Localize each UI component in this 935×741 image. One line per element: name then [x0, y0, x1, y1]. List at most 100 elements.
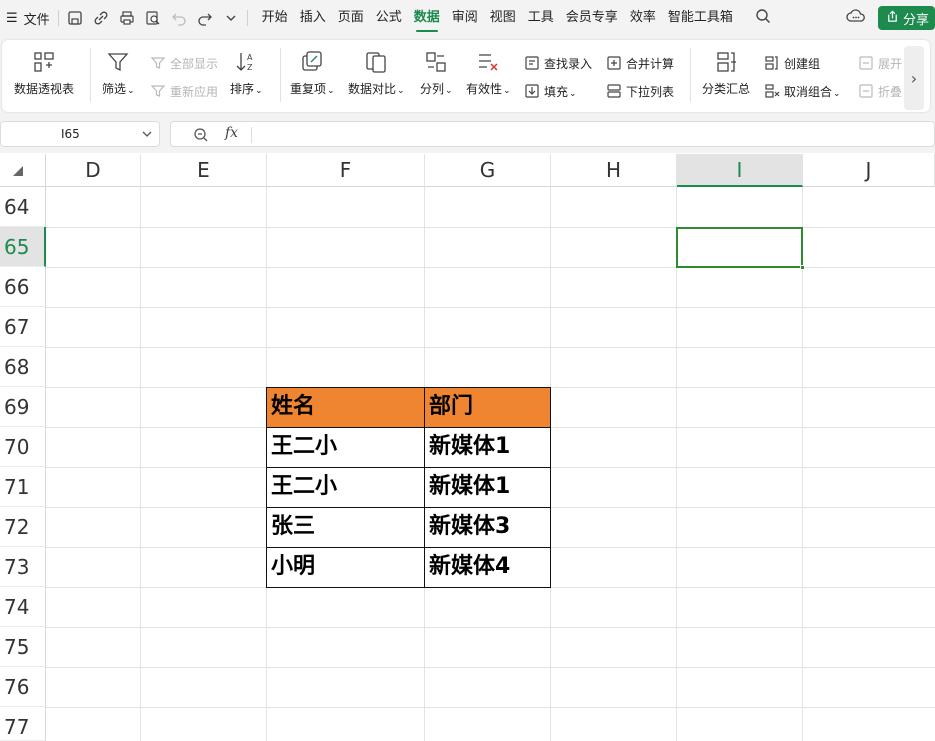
row-header-76[interactable]: 76	[0, 667, 46, 707]
cell-reference: I65	[61, 127, 80, 141]
column-header-h[interactable]: H	[551, 154, 677, 187]
table-header-name[interactable]: 姓名	[266, 387, 425, 428]
print-icon[interactable]	[119, 10, 135, 26]
pivot-table-label: 数据透视表	[14, 82, 75, 96]
tab-insert[interactable]: 插入	[294, 0, 332, 36]
row-header-77[interactable]: 77	[0, 707, 46, 741]
sort-icon: AZ	[236, 53, 253, 72]
gridline	[46, 307, 935, 308]
row-header-67[interactable]: 67	[0, 307, 46, 347]
row-header-68[interactable]: 68	[0, 347, 46, 387]
show-all-button[interactable]: 全部显示	[150, 54, 218, 72]
table-header-department[interactable]: 部门	[424, 387, 551, 428]
column-header-i[interactable]: I	[677, 154, 803, 187]
collapse-button[interactable]: 折叠	[858, 82, 902, 100]
formula-input[interactable]: fx	[170, 121, 935, 147]
table-cell-name[interactable]: 王二小	[266, 427, 425, 468]
ungroup-label: 取消组合	[784, 84, 833, 99]
active-cell-selection[interactable]	[676, 227, 805, 270]
dropdown-list-label: 下拉列表	[626, 84, 675, 99]
link-icon[interactable]	[93, 10, 109, 26]
share-label: 分享	[902, 12, 929, 28]
chevron-down-icon[interactable]	[223, 10, 239, 26]
row-header-64[interactable]: 64	[0, 187, 46, 227]
table-cell-department[interactable]: 新媒体3	[424, 507, 551, 548]
create-group-button[interactable]: 创建组	[764, 54, 820, 72]
column-header-d[interactable]: D	[46, 154, 141, 187]
row-header-71[interactable]: 71	[0, 467, 46, 507]
table-cell-name[interactable]: 张三	[266, 507, 425, 548]
expand-button[interactable]: 展开	[858, 54, 902, 72]
table-cell-name[interactable]: 王二小	[266, 467, 425, 508]
share-button[interactable]: 分享	[877, 6, 935, 30]
tab-view[interactable]: 视图	[484, 0, 522, 36]
cloud-icon[interactable]	[846, 8, 866, 28]
table-cell-department[interactable]: 新媒体1	[424, 467, 551, 508]
lookup-entry-label: 查找录入	[544, 56, 593, 71]
compare-button[interactable]: 数据对比⌄	[348, 50, 405, 97]
file-menu[interactable]: ☰ 文件	[0, 0, 50, 36]
divider	[690, 48, 691, 102]
tab-review[interactable]: 审阅	[446, 0, 484, 36]
function-icon[interactable]: fx	[225, 125, 238, 141]
column-header-j[interactable]: J	[803, 154, 935, 187]
row-header-70[interactable]: 70	[0, 427, 46, 467]
row-header-65[interactable]: 65	[0, 227, 46, 267]
fill-handle[interactable]	[800, 265, 805, 270]
search-icon[interactable]	[755, 8, 771, 28]
row-header-66[interactable]: 66	[0, 267, 46, 307]
tab-data[interactable]: 数据	[408, 0, 446, 36]
ungroup-button[interactable]: 取消组合⌄	[764, 82, 841, 100]
row-header-73[interactable]: 73	[0, 547, 46, 587]
filter-button[interactable]: 筛选⌄	[102, 50, 135, 97]
tab-tools[interactable]: 工具	[522, 0, 560, 36]
tab-home[interactable]: 开始	[256, 0, 294, 36]
name-box[interactable]: I65	[0, 121, 160, 147]
subtotal-button[interactable]: 分类汇总	[702, 50, 750, 97]
row-header-75[interactable]: 75	[0, 627, 46, 667]
tab-page[interactable]: 页面	[332, 0, 370, 36]
compare-label: 数据对比	[348, 82, 397, 96]
table-cell-name[interactable]: 小明	[266, 547, 425, 588]
lookup-entry-button[interactable]: 查找录入	[524, 54, 592, 72]
create-group-icon	[765, 56, 778, 70]
zoom-icon[interactable]	[193, 127, 209, 143]
sort-button[interactable]: AZ 排序⌄	[230, 50, 263, 97]
pivot-table-button[interactable]: 数据透视表	[14, 50, 74, 97]
tab-formula[interactable]: 公式	[370, 0, 408, 36]
column-header-f[interactable]: F	[267, 154, 425, 187]
column-header-e[interactable]: E	[141, 154, 267, 187]
row-header-74[interactable]: 74	[0, 587, 46, 627]
gridline	[46, 347, 935, 348]
ribbon-scroll-right-button[interactable]: ›	[904, 46, 924, 110]
cell-grid[interactable]: 姓名 部门 王二小 新媒体1 王二小 新媒体1 张三 新媒体3 小明 新媒体4	[46, 187, 935, 741]
gridline	[802, 187, 803, 741]
save-icon[interactable]	[67, 10, 83, 26]
fill-button[interactable]: 填充⌄	[524, 82, 577, 100]
duplicates-button[interactable]: 重复项⌄	[290, 50, 335, 97]
collapse-icon	[859, 84, 873, 98]
fill-label: 填充	[544, 84, 569, 99]
tab-efficiency[interactable]: 效率	[624, 0, 662, 36]
table-cell-department[interactable]: 新媒体1	[424, 427, 551, 468]
redo-icon[interactable]	[197, 10, 213, 26]
validity-button[interactable]: 有效性⌄	[466, 50, 511, 97]
row-header-72[interactable]: 72	[0, 507, 46, 547]
select-all-corner[interactable]	[0, 154, 46, 187]
subtotal-icon	[717, 52, 736, 72]
file-menu-label: 文件	[23, 12, 50, 28]
create-group-label: 创建组	[784, 56, 821, 71]
undo-icon[interactable]	[171, 10, 187, 26]
lookup-icon	[525, 56, 539, 70]
reapply-button[interactable]: 重新应用	[150, 82, 218, 100]
dropdown-list-button[interactable]: 下拉列表	[606, 82, 674, 100]
split-column-button[interactable]: 分列⌄	[420, 50, 453, 97]
reapply-label: 重新应用	[170, 84, 219, 99]
print-preview-icon[interactable]	[145, 10, 161, 26]
table-cell-department[interactable]: 新媒体4	[424, 547, 551, 588]
column-header-g[interactable]: G	[425, 154, 551, 187]
consolidate-button[interactable]: 合并计算	[606, 54, 674, 72]
tab-smart-toolbox[interactable]: 智能工具箱	[662, 0, 739, 36]
tab-member[interactable]: 会员专享	[560, 0, 624, 36]
row-header-69[interactable]: 69	[0, 387, 46, 427]
